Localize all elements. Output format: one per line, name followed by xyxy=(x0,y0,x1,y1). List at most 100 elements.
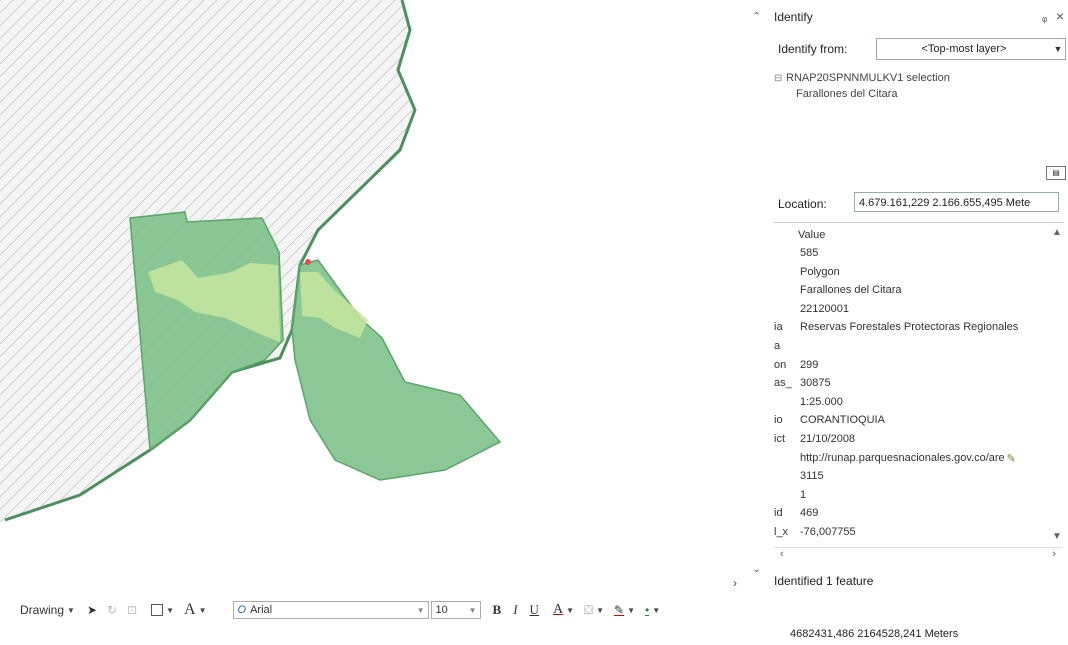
identify-from-value: <Top-most layer> xyxy=(921,43,1007,55)
dropdown-arrow-icon[interactable]: ▼ xyxy=(414,606,428,615)
tree-layer-node[interactable]: ⊟ RNAP20SPNNMULKV1 selection xyxy=(774,70,950,86)
table-row[interactable]: Polygon xyxy=(774,266,840,284)
map-view[interactable] xyxy=(0,0,760,590)
underline-button[interactable]: U xyxy=(530,602,539,618)
table-row[interactable]: io CORANTIOQUIA xyxy=(774,414,885,432)
table-row[interactable]: 1 xyxy=(774,489,806,507)
field-value: Reservas Forestales Protectoras Regional… xyxy=(800,321,1019,334)
dropdown-arrow-icon[interactable]: ▼ xyxy=(1051,44,1065,54)
field-value: 22120001 xyxy=(800,302,849,315)
identify-from-label: Identify from: xyxy=(778,42,848,56)
field-value: 469 xyxy=(800,507,819,520)
caret-icon: ▼ xyxy=(627,605,636,615)
field-value: CORANTIOQUIA xyxy=(800,414,885,427)
field-value: Farallones del Citara xyxy=(800,284,902,297)
field-name: as_ xyxy=(774,377,792,390)
drawing-label: Drawing xyxy=(20,603,65,617)
field-name: l_x xyxy=(774,526,789,538)
field-name: id xyxy=(774,507,783,520)
line-color-icon[interactable]: ✎ xyxy=(614,603,624,617)
table-row[interactable]: 22120001 xyxy=(774,303,849,321)
bold-button[interactable]: B xyxy=(493,602,502,618)
field-name xyxy=(774,452,796,470)
field-value: 585 xyxy=(800,247,819,259)
table-row[interactable]: ict 21/10/2008 xyxy=(774,433,855,451)
caret-icon: ▼ xyxy=(596,605,605,615)
dropdown-arrow-icon[interactable]: ▼ xyxy=(466,606,480,615)
field-name: io xyxy=(774,414,783,427)
map-canvas[interactable] xyxy=(0,0,760,590)
results-tree: ⊟ RNAP20SPNNMULKV1 selection Farallones … xyxy=(774,70,950,102)
font-size-value: 10 xyxy=(435,604,448,616)
coordinate-readout: 4682431,486 2164528,241 Meters xyxy=(790,628,959,640)
font-name-dropdown[interactable]: O Arial ▼ xyxy=(232,601,429,619)
font-icon: O xyxy=(237,604,247,616)
table-row[interactable]: l_x -76,007755 xyxy=(774,526,856,544)
tree-feature-label: Farallones del Citara xyxy=(796,88,898,100)
attribute-grid[interactable]: Value ▲ 585 Polygon Farallones del Citara 2… xyxy=(774,222,1064,571)
field-value: 30875 xyxy=(800,377,831,390)
panel-title: Identify xyxy=(774,10,813,24)
field-name: ict xyxy=(774,433,785,445)
field-name xyxy=(774,470,796,488)
identify-panel: Identify ᵩ × Identify from: <Top-most la… xyxy=(766,0,1068,600)
italic-button[interactable]: I xyxy=(513,602,517,618)
field-name xyxy=(774,247,796,265)
font-size-dropdown[interactable]: 10 ▼ xyxy=(430,601,481,619)
location-field[interactable]: 4.679.161,229 2.166.655,495 Mete xyxy=(854,192,1059,212)
identify-from-dropdown[interactable]: <Top-most layer> ▼ xyxy=(876,38,1066,60)
caret-icon: ▼ xyxy=(198,605,207,615)
table-row[interactable]: Farallones del Citara xyxy=(774,284,902,302)
rectangle-icon[interactable] xyxy=(151,604,164,616)
table-row[interactable]: on 299 xyxy=(774,359,818,377)
field-value: -76,007755 xyxy=(800,526,856,538)
table-row[interactable]: http://runap.parquesnacionales.gov.co/ar… xyxy=(774,452,1016,470)
zoom-icon[interactable]: ⊡ xyxy=(127,603,137,617)
rotate-icon[interactable]: ↻ xyxy=(107,603,117,617)
scroll-up-icon[interactable]: ▲ xyxy=(1052,227,1062,238)
chevron-up-icon[interactable]: ⌃ xyxy=(752,10,761,23)
grid-header-value: Value xyxy=(798,229,826,241)
field-name: ia xyxy=(774,321,783,334)
field-name xyxy=(774,396,796,414)
scroll-down-icon[interactable]: ▼ xyxy=(1052,531,1062,542)
field-value: 1:25.000 xyxy=(800,395,843,408)
edit-pencil-icon[interactable]: ✎ xyxy=(1007,452,1016,470)
font-color-button[interactable]: A xyxy=(553,602,563,618)
identify-marker xyxy=(305,259,311,265)
text-tool-icon[interactable]: A xyxy=(184,601,196,619)
pin-icon[interactable]: ᵩ xyxy=(1042,10,1047,24)
table-row[interactable]: a xyxy=(774,340,800,358)
field-value: 21/10/2008 xyxy=(800,433,856,445)
drawing-toolbar: Drawing ▼ ➤ ↻ ⊡ ▼ A ▼ O Arial ▼ 10 ▼ B I U… xyxy=(0,596,770,624)
chevron-right-icon[interactable]: › xyxy=(733,576,737,590)
identify-status: Identified 1 feature xyxy=(774,574,874,588)
close-icon[interactable]: × xyxy=(1056,8,1064,24)
field-name: a xyxy=(774,340,781,352)
caret-icon: ▼ xyxy=(166,605,175,615)
horizontal-scrollbar[interactable]: ‹ › xyxy=(774,547,1062,562)
table-row[interactable]: ia Reservas Forestales Protectoras Region… xyxy=(774,321,1018,339)
tree-layer-label: RNAP20SPNNMULKV1 selection xyxy=(786,72,950,84)
fill-color-icon[interactable]: ⛋ xyxy=(584,603,593,618)
scroll-left-icon[interactable]: ‹ xyxy=(780,548,784,560)
chevron-down-icon[interactable]: ⌄ xyxy=(752,562,761,575)
field-value xyxy=(796,340,800,358)
table-row[interactable]: 585 xyxy=(774,247,818,265)
marker-color-icon[interactable]: • xyxy=(645,603,649,617)
attribute-view-icon[interactable]: ▤ xyxy=(1046,166,1066,180)
table-row[interactable]: as_ 30875 xyxy=(774,377,831,395)
table-row[interactable]: 1:25.000 xyxy=(774,396,843,414)
collapse-icon[interactable]: ⊟ xyxy=(774,73,786,84)
scroll-right-icon[interactable]: › xyxy=(1052,548,1056,560)
table-row[interactable]: id 469 xyxy=(774,507,818,525)
field-name xyxy=(774,489,796,507)
select-pointer-icon[interactable]: ➤ xyxy=(87,603,97,617)
caret-icon: ▼ xyxy=(566,605,574,615)
tree-feature-node[interactable]: Farallones del Citara xyxy=(774,86,950,102)
drawing-menu[interactable]: Drawing ▼ xyxy=(20,603,75,617)
field-value: http://runap.parquesnacionales.gov.co/ar… xyxy=(800,451,1005,464)
table-row[interactable]: 3115 xyxy=(774,470,824,488)
field-name xyxy=(774,284,796,302)
field-value: 3115 xyxy=(800,470,824,483)
